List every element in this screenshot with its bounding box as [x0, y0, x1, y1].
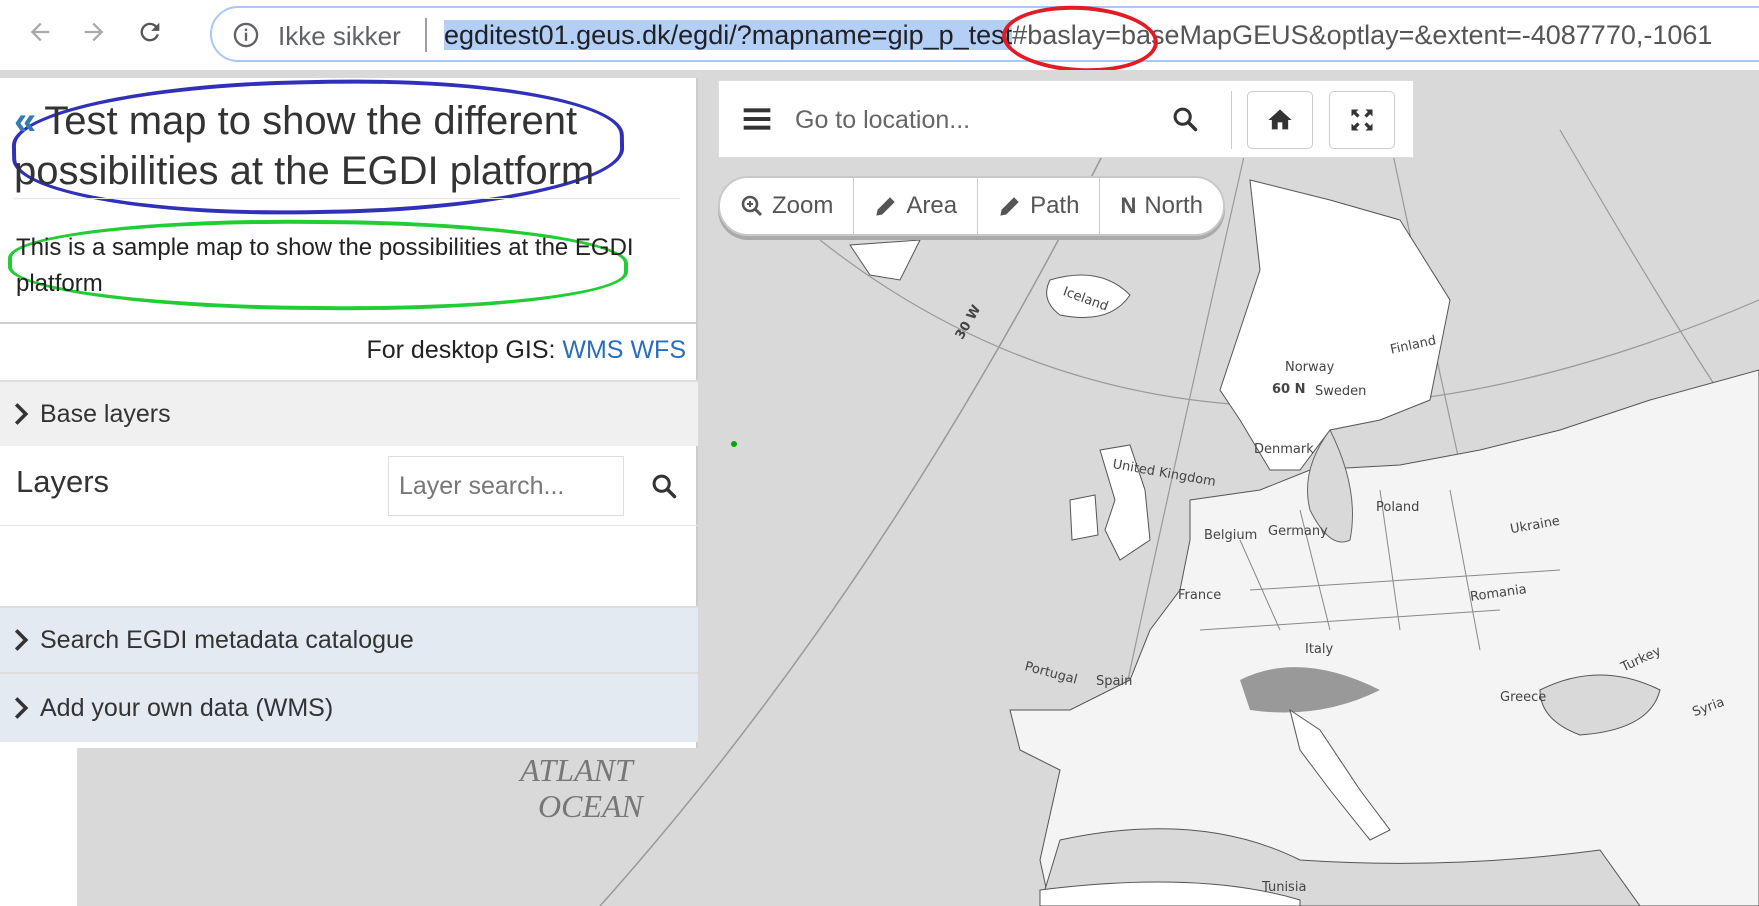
location-toolbar [718, 80, 1414, 158]
home-icon [1268, 109, 1292, 130]
ocean-label-line1: ATLANT [520, 752, 633, 788]
arrow-left-icon [30, 22, 50, 42]
add-wms-section[interactable]: Add your own data (WMS) [0, 672, 698, 742]
ireland-shape [1069, 494, 1099, 541]
map-label-france: France [1178, 588, 1222, 603]
wms-link[interactable]: WMS [562, 336, 623, 364]
pencil-icon [1000, 197, 1019, 216]
overview-map-fragment [0, 748, 78, 906]
map-label-belgium: Belgium [1204, 528, 1258, 543]
side-panel: «Test map to show the different possibil… [0, 74, 698, 748]
chevron-right-icon [14, 403, 29, 425]
wfs-link[interactable]: WFS [630, 336, 686, 364]
forward-button[interactable] [76, 14, 112, 50]
home-button[interactable] [1247, 91, 1313, 149]
north-icon: N [1120, 193, 1137, 218]
path-tool-label: Path [1030, 192, 1080, 219]
security-label: Ikke sikker [278, 21, 401, 51]
hamburger-menu-icon[interactable] [741, 103, 773, 135]
north-tool-label: North [1144, 192, 1204, 219]
area-tool-label: Area [906, 192, 958, 219]
url-selected: egditest01.geus.dk/egdi/?mapname= [444, 20, 888, 50]
map-label-sweden: Sweden [1315, 384, 1367, 399]
greenland [849, 239, 921, 281]
north-tool-button[interactable]: N North [1100, 178, 1223, 234]
map-label-italy: Italy [1305, 642, 1334, 657]
browser-toolbar: Ikke sikker egditest01.geus.dk/egdi/?map… [0, 0, 1759, 77]
map-description: This is a sample map to show the possibi… [16, 234, 634, 297]
metadata-catalogue-label: Search EGDI metadata catalogue [40, 625, 414, 654]
layers-header: Layers [0, 446, 698, 526]
reload-icon [140, 22, 160, 42]
metadata-catalogue-section[interactable]: Search EGDI metadata catalogue [0, 606, 698, 672]
add-wms-label: Add your own data (WMS) [40, 693, 334, 722]
base-layers-label: Base layers [40, 399, 171, 428]
search-icon[interactable] [1171, 105, 1199, 133]
location-search-input[interactable] [795, 99, 1165, 141]
base-layers-section[interactable]: Base layers [0, 380, 698, 446]
layers-title: Layers [16, 464, 110, 499]
map-label-germany: Germany [1268, 524, 1328, 539]
map-tools-group: Zoom Area Path N North [718, 176, 1226, 236]
map-point-marker[interactable] [731, 441, 737, 447]
fullscreen-icon [1351, 109, 1373, 131]
toolbar-separator [1231, 91, 1232, 149]
chevron-right-icon [14, 629, 29, 651]
zoom-tool-label: Zoom [772, 192, 834, 219]
chevron-right-icon [14, 697, 29, 719]
arrow-right-icon [84, 22, 104, 42]
back-button[interactable] [22, 14, 58, 50]
desktop-gis-label: For desktop GIS: [366, 336, 556, 364]
ocean-label-line2: OCEAN [538, 788, 643, 824]
area-tool-button[interactable]: Area [854, 178, 979, 234]
search-icon[interactable] [650, 472, 678, 500]
map-label-spain: Spain [1096, 674, 1133, 689]
map-label-poland: Poland [1376, 500, 1420, 515]
desktop-gis-links: For desktop GIS: WMS WFS [366, 336, 686, 365]
layer-search-input[interactable] [388, 456, 624, 516]
url-mapname-param: gip_p_test [887, 20, 1013, 50]
path-tool-button[interactable]: Path [978, 178, 1101, 234]
ocean-label: ATLANT OCEAN [510, 752, 643, 824]
map-title: «Test map to show the different possibil… [14, 96, 654, 196]
description-divider [0, 322, 698, 324]
reload-button[interactable] [132, 14, 168, 50]
map-label-norway: Norway [1285, 360, 1335, 375]
collapse-panel-icon[interactable]: « [14, 99, 36, 143]
map-label-60n: 60 N [1272, 382, 1306, 397]
info-icon[interactable] [232, 21, 260, 49]
scandinavia-shape [1219, 179, 1451, 471]
pencil-icon [876, 197, 896, 216]
zoom-tool-button[interactable]: Zoom [720, 178, 855, 234]
map-label-denmark: Denmark [1254, 442, 1314, 457]
address-bar[interactable]: Ikke sikker egditest01.geus.dk/egdi/?map… [210, 6, 1759, 62]
zoom-in-icon [741, 195, 763, 217]
map-title-text: Test map to show the different possibili… [14, 99, 595, 193]
fullscreen-button[interactable] [1329, 91, 1395, 149]
map-label-greece: Greece [1500, 690, 1547, 705]
map-label-tunisia: Tunisia [1262, 880, 1307, 895]
title-divider [14, 198, 680, 199]
address-separator [425, 18, 427, 52]
